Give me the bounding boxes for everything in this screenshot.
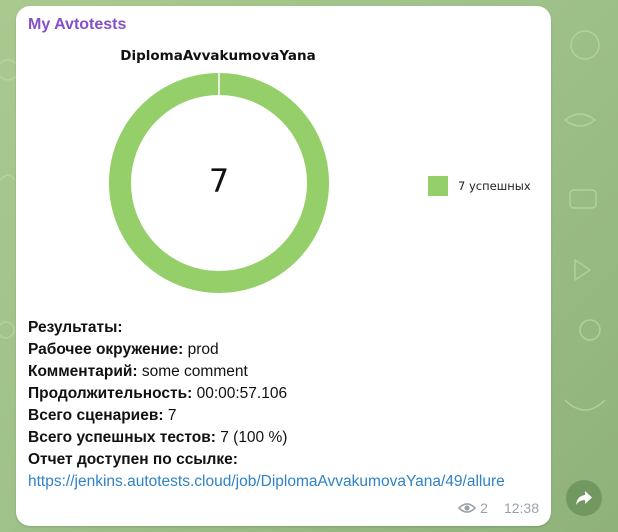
duration-line: Продолжительность: 00:00:57.106 <box>28 383 543 405</box>
env-value: prod <box>183 341 219 358</box>
scenarios-label: Всего сценариев: <box>28 407 164 424</box>
message-time: 12:38 <box>503 500 539 516</box>
env-label: Рабочее окружение: <box>28 341 184 358</box>
duration-value: 00:00:57.106 <box>192 385 288 402</box>
passed-value: 7 (100 %) <box>215 429 288 446</box>
legend-label: 7 успешных <box>458 179 531 193</box>
donut-center-value: 7 <box>208 162 230 200</box>
legend-swatch <box>428 176 448 196</box>
report-label: Отчет доступен по ссылке: <box>28 451 238 468</box>
report-line: Отчет доступен по ссылке: <box>28 449 543 471</box>
view-count: 2 <box>480 500 488 516</box>
message-bubble: My Avtotests DiplomaAvvakumovaYana 7 7 у… <box>16 6 551 526</box>
comment-value: some comment <box>137 363 248 380</box>
comment-line: Комментарий: some comment <box>28 361 543 383</box>
chart-legend: 7 успешных <box>428 176 531 196</box>
eye-icon <box>458 503 477 513</box>
message-meta: 2 12:38 <box>458 500 539 516</box>
chart-title: DiplomaAvvakumovaYana <box>120 48 316 64</box>
comment-label: Комментарий: <box>28 363 138 380</box>
channel-title[interactable]: My Avtotests <box>28 16 126 34</box>
results-text: Результаты: Рабочее окружение: prod Комм… <box>28 317 543 493</box>
env-line: Рабочее окружение: prod <box>28 339 543 361</box>
scenarios-value: 7 <box>163 407 177 424</box>
passed-line: Всего успешных тестов: 7 (100 %) <box>28 427 543 449</box>
duration-label: Продолжительность: <box>28 385 193 402</box>
passed-label: Всего успешных тестов: <box>28 429 216 446</box>
share-arrow-icon <box>576 491 592 505</box>
share-button[interactable] <box>566 480 602 516</box>
report-link[interactable]: https://jenkins.autotests.cloud/job/Dipl… <box>28 471 543 493</box>
results-heading: Результаты: <box>28 319 123 336</box>
scenarios-line: Всего сценариев: 7 <box>28 405 543 427</box>
results-chart[interactable]: DiplomaAvvakumovaYana 7 7 успешных <box>16 42 551 322</box>
